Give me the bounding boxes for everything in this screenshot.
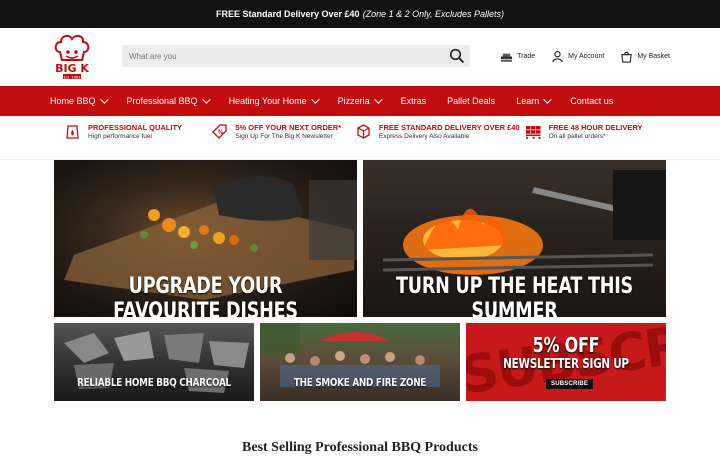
search-input[interactable]	[129, 51, 429, 61]
nav-label: Home BBQ	[50, 96, 96, 106]
basket-label: My Basket	[637, 53, 670, 60]
main-nav: Home BBQ Professional BBQ Heating Your H…	[0, 86, 720, 116]
nav-item-pallet-deals[interactable]: Pallet Deals	[447, 96, 495, 106]
chevron-down-icon	[543, 95, 552, 104]
chevron-down-icon	[201, 95, 211, 104]
usp-48-hour-delivery: FREE 48 HOUR DELIVERY On all pallet orde…	[525, 123, 670, 140]
svg-text:%: %	[218, 129, 224, 136]
pallet-stack-icon	[525, 126, 541, 139]
tile-caption: THE SMOKE AND FIRE ZONE	[293, 376, 427, 389]
announcement-italic: (Zone 1 & 2 Only, Excludes Pallets)	[362, 9, 504, 19]
usp-professional-quality: PROFESSIONAL QUALITY High performance fu…	[64, 123, 211, 140]
account-label: My Account	[568, 53, 605, 60]
chef-hat-logo-icon: BIG K Est. 1983	[54, 34, 89, 79]
crowd-photo-image	[260, 323, 440, 387]
usp-title: FREE 48 HOUR DELIVERY	[548, 123, 643, 132]
nav-label: Learn	[516, 96, 540, 106]
usp-subtitle: On all pallet orders*	[548, 133, 606, 140]
tile-caption: TURN UP THE HEAT THIS SUMMER	[396, 274, 633, 317]
basket-icon	[621, 51, 633, 63]
nav-item-extras[interactable]: Extras	[401, 96, 427, 106]
search-bar	[122, 45, 470, 67]
usp-subtitle: Express Delivery Also Available	[378, 133, 470, 140]
announcement-strong: FREE Standard Delivery Over £40	[216, 9, 360, 19]
nav-label: Extras	[400, 96, 427, 106]
tile-caption: UPGRADE YOUR FAVOURITE DISHES	[113, 274, 298, 317]
usp-subtitle: High performance fuel	[88, 133, 152, 140]
nav-item-pizzeria[interactable]: Pizzeria	[337, 95, 383, 106]
charcoal-image	[64, 331, 249, 393]
newsletter-discount-text: 5% OFF	[532, 333, 600, 357]
nav-item-heating-your-home[interactable]: Heating Your Home	[228, 95, 320, 106]
newsletter-signup-text: NEWSLETTER SIGN UP	[503, 357, 629, 372]
header-links: Trade My Account My Basket	[500, 50, 670, 63]
nav-item-contact-us[interactable]: Contact us	[570, 96, 613, 106]
account-link[interactable]: My Account	[551, 50, 604, 63]
promo-tile-charcoal[interactable]: RELIABLE HOME BBQ CHARCOAL	[54, 323, 254, 401]
nav-label: Pallet Deals	[447, 96, 496, 106]
logo-est-text: Est. 1983	[64, 75, 81, 79]
fuel-bag-icon	[66, 125, 79, 139]
big-k-logo[interactable]: BIG K Est. 1983	[50, 32, 94, 82]
announcement-bar: FREE Standard Delivery Over £40 (Zone 1 …	[0, 0, 720, 28]
promo-tile-smoke-fire-zone[interactable]: THE SMOKE AND FIRE ZONE	[260, 323, 460, 401]
nav-label: Professional BBQ	[126, 96, 198, 106]
usp-strip: PROFESSIONAL QUALITY High performance fu…	[0, 116, 720, 160]
nav-label: Contact us	[570, 96, 614, 106]
usp-title: 5% OFF YOUR NEXT ORDER*	[235, 123, 342, 132]
section-heading: Best Selling Professional BBQ Products	[242, 440, 478, 455]
promo-tile-newsletter[interactable]: SUBSCRIBE 5% OFF NEWSLETTER SIGN UP SUBS…	[466, 323, 666, 401]
trade-label: Trade	[517, 53, 536, 60]
nav-item-learn[interactable]: Learn	[516, 95, 552, 106]
nav-item-home-bbq[interactable]: Home BBQ	[50, 95, 109, 106]
user-icon	[552, 51, 563, 63]
promo-tile-heat-summer[interactable]: TURN UP THE HEAT THIS SUMMER	[363, 160, 666, 317]
usp-title: PROFESSIONAL QUALITY	[88, 123, 183, 132]
chevron-down-icon	[373, 95, 383, 104]
usp-free-standard-delivery: FREE STANDARD DELIVERY OVER £40 Express …	[355, 123, 525, 140]
usp-subtitle: Sign Up For The Big K Newsletter	[235, 133, 333, 140]
basket-link[interactable]: My Basket	[620, 50, 670, 63]
nav-label: Heating Your Home	[228, 96, 307, 106]
pallet-icon	[501, 53, 513, 62]
nav-label: Pizzeria	[337, 96, 370, 106]
chevron-down-icon	[310, 95, 320, 104]
site-header: BIG K Est. 1983 Trade My Account	[0, 28, 720, 86]
discount-tag-icon: %	[212, 124, 228, 139]
subscribe-button[interactable]: SUBSCRIBE	[546, 379, 594, 389]
chevron-down-icon	[99, 95, 109, 104]
tile-caption: RELIABLE HOME BBQ CHARCOAL	[77, 376, 231, 389]
trade-link[interactable]: Trade	[500, 50, 535, 63]
search-icon[interactable]	[449, 48, 465, 64]
usp-title: FREE STANDARD DELIVERY OVER £40	[378, 123, 520, 132]
logo-text: BIG K	[55, 62, 89, 75]
usp-newsletter-discount[interactable]: % 5% OFF YOUR NEXT ORDER* Sign Up For Th…	[211, 123, 355, 140]
nav-item-professional-bbq[interactable]: Professional BBQ	[126, 95, 211, 106]
promo-tile-favourite-dishes[interactable]: UPGRADE YOUR FAVOURITE DISHES	[54, 160, 357, 317]
delivery-box-icon	[357, 124, 370, 139]
